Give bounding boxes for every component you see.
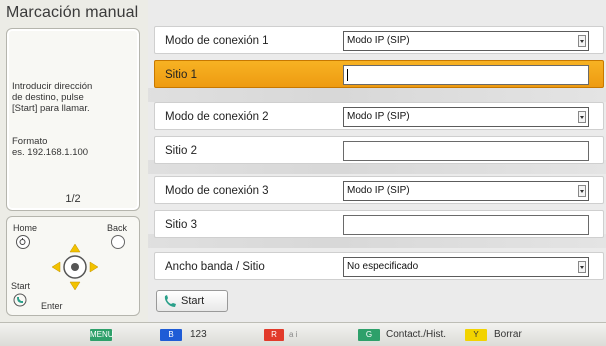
connection-mode-2-label: Modo de conexión 2 — [165, 111, 269, 123]
site-3-row[interactable]: Sitio 3 — [154, 210, 604, 238]
connection-mode-2-value: Modo IP (SIP) — [347, 111, 410, 122]
site-2-row[interactable]: Sitio 2 — [154, 136, 604, 164]
form-panel: Modo de conexión 1 Modo IP (SIP) Sitio 1… — [148, 0, 606, 322]
connection-mode-1-value: Modo IP (SIP) — [347, 35, 410, 46]
chevron-down-icon[interactable] — [578, 185, 586, 197]
site-3-label: Sitio 3 — [165, 219, 197, 231]
start-button[interactable]: Start — [156, 290, 228, 312]
site-3-input[interactable] — [343, 215, 589, 235]
back-icon[interactable] — [111, 235, 125, 249]
back-label: Back — [107, 223, 128, 233]
bandwidth-row[interactable]: Ancho banda / Sitio No especificado — [154, 252, 604, 280]
format-hint-text: Formato es. 192.168.1.100 — [12, 136, 89, 158]
chevron-down-icon[interactable] — [578, 261, 586, 273]
left-panel: Marcación manual Introducir dirección de… — [0, 0, 148, 322]
connection-mode-3-select[interactable]: Modo IP (SIP) — [343, 181, 589, 201]
blue-key-label: 123 — [190, 329, 207, 340]
yellow-key[interactable]: Y — [465, 329, 487, 341]
site-1-input[interactable] — [343, 65, 589, 85]
connection-mode-3-row[interactable]: Modo de conexión 3 Modo IP (SIP) — [154, 176, 604, 204]
site-2-label: Sitio 2 — [165, 145, 197, 157]
remote-control-guide: Home Back Start Enter — [6, 216, 140, 316]
page-indicator: 1/2 — [65, 193, 81, 205]
red-key-label: a i — [289, 330, 298, 339]
chevron-down-icon[interactable] — [578, 111, 586, 123]
site-2-input[interactable] — [343, 141, 589, 161]
instructions-text: Introducir dirección de destino, pulse [… — [12, 81, 93, 114]
bandwidth-value: No especificado — [347, 261, 419, 272]
connection-mode-2-row[interactable]: Modo de conexión 2 Modo IP (SIP) — [154, 102, 604, 130]
chevron-down-icon[interactable] — [578, 35, 586, 47]
yellow-key-label: Borrar — [494, 329, 522, 340]
site-1-label: Sitio 1 — [165, 69, 197, 81]
connection-mode-1-label: Modo de conexión 1 — [165, 35, 269, 47]
page-title: Marcación manual — [6, 4, 139, 21]
connection-mode-2-select[interactable]: Modo IP (SIP) — [343, 107, 589, 127]
green-key-label: Contact./Hist. — [386, 329, 447, 340]
connection-mode-3-label: Modo de conexión 3 — [165, 185, 269, 197]
connection-mode-1-select[interactable]: Modo IP (SIP) — [343, 31, 589, 51]
start-call-icon[interactable] — [13, 293, 27, 307]
start-button-label: Start — [181, 295, 205, 307]
enter-label: Enter — [41, 301, 63, 311]
dpad-icon[interactable] — [49, 241, 101, 293]
green-key[interactable]: G — [358, 329, 380, 341]
connection-mode-1-row[interactable]: Modo de conexión 1 Modo IP (SIP) — [154, 26, 604, 54]
connection-mode-3-value: Modo IP (SIP) — [347, 185, 410, 196]
site-1-row[interactable]: Sitio 1 — [154, 60, 604, 88]
red-key[interactable]: R — [264, 329, 284, 341]
bandwidth-label: Ancho banda / Sitio — [165, 261, 265, 273]
home-icon[interactable] — [16, 235, 30, 249]
blue-key[interactable]: B — [160, 329, 182, 341]
info-box: Introducir dirección de destino, pulse [… — [6, 28, 140, 211]
bandwidth-select[interactable]: No especificado — [343, 257, 589, 277]
text-caret — [347, 69, 348, 81]
background-stripe — [148, 88, 606, 102]
start-label: Start — [11, 281, 31, 291]
menu-key[interactable]: MENU — [90, 329, 114, 341]
phone-icon — [164, 295, 176, 307]
home-label: Home — [13, 223, 38, 233]
bottom-key-bar: MENU B 123 R a i G Contact./Hist. Y Borr… — [0, 322, 606, 346]
